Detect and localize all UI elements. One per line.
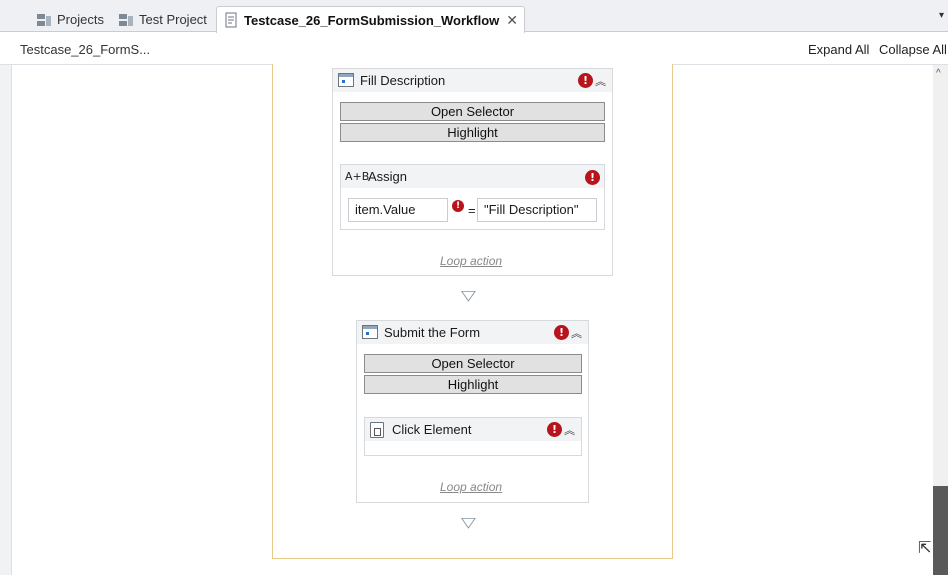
test-project-icon <box>119 13 133 26</box>
tab-test-project-label: Test Project <box>139 12 207 27</box>
collapse-chevron-icon[interactable]: ︽ <box>595 73 606 89</box>
click-element-title: Click Element <box>392 422 472 437</box>
fill-description-header[interactable]: Fill Description ! ︽ <box>333 69 612 92</box>
collapse-all-button[interactable]: Collapse All <box>879 42 947 57</box>
click-element-header[interactable]: Click Element ! ︽ <box>365 418 581 441</box>
tab-testcase-workflow[interactable]: Testcase_26_FormSubmission_Workflow ✕ <box>216 6 526 33</box>
error-icon: ! <box>578 73 593 88</box>
tab-testcase-label: Testcase_26_FormSubmission_Workflow <box>244 12 500 28</box>
field-error-icon: ! <box>452 200 464 212</box>
fill-description-title: Fill Description <box>360 73 446 88</box>
scroll-up-icon[interactable]: ^ <box>936 68 941 79</box>
open-selector-button[interactable]: Open Selector <box>340 102 605 121</box>
left-gutter <box>0 65 12 575</box>
error-icon: ! <box>547 422 562 437</box>
breadcrumb[interactable]: Testcase_26_FormS... <box>20 42 150 57</box>
fill-description-activity[interactable]: Fill Description ! ︽ Open Selector Highl… <box>332 68 613 276</box>
flow-arrow-icon: ▽ <box>460 288 476 304</box>
assign-title: Assign <box>368 169 408 184</box>
window-icon <box>362 325 378 339</box>
assign-to-field[interactable]: item.Value <box>348 198 448 222</box>
tab-projects[interactable]: Projects <box>30 7 110 32</box>
equals-sign: = <box>468 203 476 218</box>
testcase-file-icon <box>225 12 237 28</box>
flow-arrow-icon: ▽ <box>460 515 476 531</box>
click-element-activity[interactable]: Click Element ! ︽ <box>364 417 582 456</box>
window-icon <box>338 73 354 87</box>
loop-action-link[interactable]: Loop action <box>440 480 502 494</box>
collapse-chevron-icon[interactable]: ︽ <box>564 422 575 438</box>
tab-test-project[interactable]: Test Project <box>112 7 213 32</box>
assign-header[interactable]: A+B Assign ! <box>341 165 604 188</box>
submit-form-header[interactable]: Submit the Form ! ︽ <box>357 321 588 344</box>
scrollbar-thumb[interactable] <box>933 486 948 575</box>
collapse-chevron-icon[interactable]: ︽ <box>571 325 582 341</box>
close-tab-icon[interactable]: ✕ <box>506 12 518 29</box>
error-icon: ! <box>554 325 569 340</box>
submit-form-title: Submit the Form <box>384 325 481 340</box>
workflow-header-bar: Testcase_26_FormS... Expand All Collapse… <box>0 33 948 65</box>
assign-icon: A+B <box>345 170 370 183</box>
open-selector-button[interactable]: Open Selector <box>364 354 582 373</box>
highlight-button[interactable]: Highlight <box>340 123 605 142</box>
tab-menu-icon[interactable]: ▾ <box>939 10 944 21</box>
submit-form-activity[interactable]: Submit the Form ! ︽ Open Selector Highli… <box>356 320 589 503</box>
assign-activity[interactable]: A+B Assign ! item.Value ! = "Fill Descri… <box>340 164 605 230</box>
click-element-icon <box>370 422 384 438</box>
highlight-button[interactable]: Highlight <box>364 375 582 394</box>
assign-value-field[interactable]: "Fill Description" <box>477 198 597 222</box>
editor-tab-bar: Projects Test Project Testcase_26_FormSu… <box>0 0 948 33</box>
projects-icon <box>37 13 51 26</box>
error-icon: ! <box>585 170 600 185</box>
mouse-cursor-icon: ⇱ <box>918 538 932 557</box>
loop-action-link[interactable]: Loop action <box>440 254 502 268</box>
tab-projects-label: Projects <box>57 12 104 27</box>
expand-all-button[interactable]: Expand All <box>808 42 869 57</box>
